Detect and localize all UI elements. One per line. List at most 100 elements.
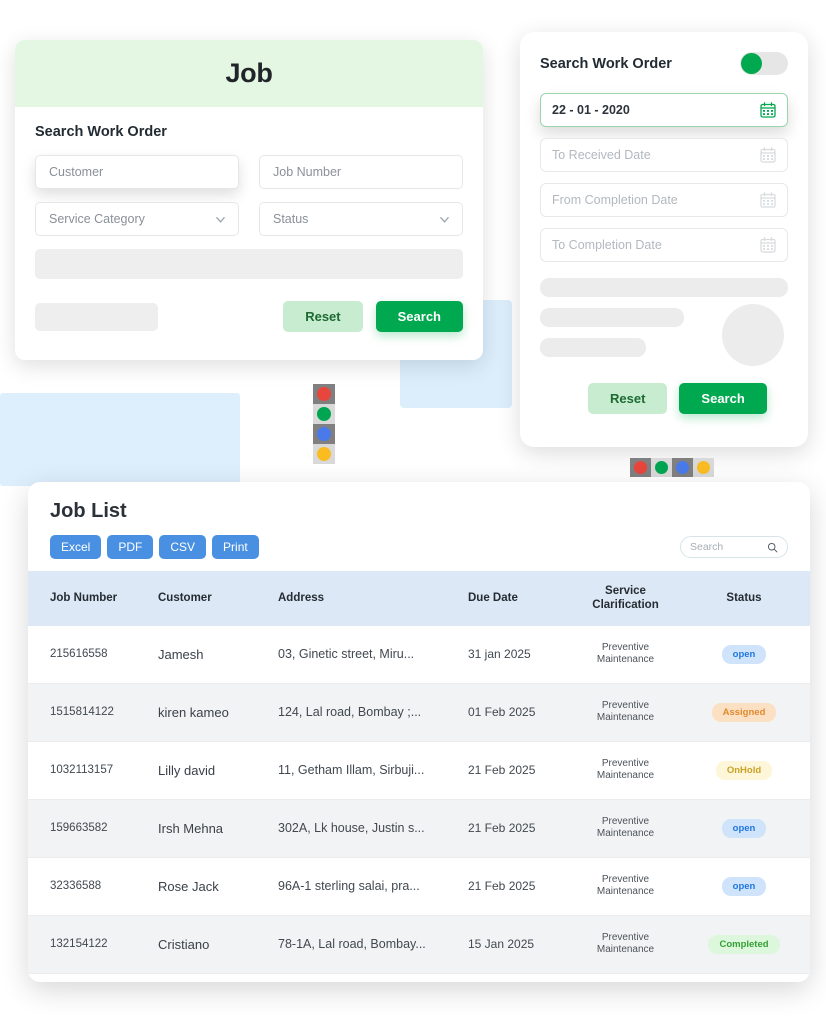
job-field-row-1: Customer Job Number [35,155,463,189]
to-completion-date-placeholder: To Completion Date [552,238,662,252]
job-list-footer: Showing 1 to 10 of 280 entries ‹ 3 4 5 6… [28,974,810,982]
export-pdf-button[interactable]: PDF [107,535,154,559]
swatch-dot-blue [317,427,331,441]
status-select[interactable]: Status [259,202,463,236]
cell-status: open [678,799,810,858]
column-header-address[interactable]: Address [278,571,468,626]
job-field-row-2: Service Category Status [35,202,463,236]
column-header-job-number[interactable]: Job Number [28,571,158,626]
cell-service-clarification: Preventive Maintenance [573,625,678,684]
cell-service-clarification: Preventive Maintenance [573,915,678,974]
cell-due-date: 15 Jan 2025 [468,915,573,974]
decorative-blue-rect-left [0,393,240,486]
table-row[interactable]: 132154122 Cristiano 78-1A, Lal road, Bom… [28,915,810,974]
cell-status: OnHold [678,741,810,800]
swatch-cell [651,458,672,477]
column-header-service-clarification[interactable]: Service Clarification [573,571,678,626]
column-header-customer[interactable]: Customer [158,571,278,626]
print-button[interactable]: Print [212,535,259,559]
skeleton-circle [722,304,784,366]
reset-button[interactable]: Reset [588,383,668,414]
cell-customer: Irsh Mehna [158,799,278,858]
customer-input-placeholder: Customer [49,165,104,179]
calendar-icon[interactable] [760,192,776,208]
service-category-select[interactable]: Service Category [35,202,239,236]
cell-job-number: 32336588 [28,857,158,916]
color-swatch-horizontal [630,458,714,477]
status-badge: open [721,644,767,664]
status-badge: open [721,876,767,896]
cell-address: 124, Lal road, Bombay ;... [278,683,468,742]
cell-due-date: 21 Feb 2025 [468,741,573,800]
from-completion-date-input[interactable]: From Completion Date [540,183,788,217]
cell-address: 302A, Lk house, Justin s... [278,799,468,858]
job-number-input[interactable]: Job Number [259,155,463,189]
work-order-skeletons [540,278,788,366]
calendar-icon[interactable] [760,147,776,163]
export-csv-button[interactable]: CSV [159,535,207,559]
job-number-input-placeholder: Job Number [273,165,342,179]
cell-status: Assigned [678,683,810,742]
table-row[interactable]: 159663582 Irsh Mehna 302A, Lk house, Jus… [28,799,810,858]
table-header-row: Job Number Customer Address Due Date Ser… [28,571,810,626]
job-card-header: Job [15,40,483,107]
calendar-icon[interactable] [760,237,776,253]
job-card-body: Search Work Order Customer Job Number Se… [15,107,483,279]
job-list-header: Job List Excel PDF CSV Print Search [28,482,810,559]
work-order-title: Search Work Order [540,55,672,72]
cell-customer: Lilly david [158,741,278,800]
cell-address: 11, Getham Illam, Sirbuji... [278,741,468,800]
table-row[interactable]: 1032113157 Lilly david 11, Getham Illam,… [28,741,810,800]
table-row[interactable]: 32336588 Rose Jack 96A-1 sterling salai,… [28,857,810,916]
job-section-title: Search Work Order [35,124,167,140]
swatch-cell [693,458,714,477]
toggle-knob [741,53,762,74]
customer-input[interactable]: Customer [35,155,239,189]
search-button[interactable]: Search [679,383,767,414]
column-header-due-date[interactable]: Due Date [468,571,573,626]
swatch-cell [313,404,335,424]
swatch-cell [630,458,651,477]
table-search-input[interactable]: Search [680,536,788,558]
page-title: Job [225,58,273,88]
swatch-cell [672,458,693,477]
to-received-date-input[interactable]: To Received Date [540,138,788,172]
to-received-date-placeholder: To Received Date [552,148,651,162]
table-row[interactable]: 1515814122 kiren kameo 124, Lal road, Bo… [28,683,810,742]
cell-job-number: 1032113157 [28,741,158,800]
chevron-down-icon [216,216,225,223]
to-completion-date-input[interactable]: To Completion Date [540,228,788,262]
cell-job-number: 159663582 [28,799,158,858]
column-header-status[interactable]: Status [678,571,810,626]
service-category-label: Service Category [49,212,145,226]
export-excel-button[interactable]: Excel [50,535,102,559]
cell-due-date: 21 Feb 2025 [468,857,573,916]
status-select-label: Status [273,212,309,226]
from-received-date-input[interactable]: 22 - 01 - 2020 [540,93,788,127]
search-button[interactable]: Search [375,301,463,332]
reset-button[interactable]: Reset [283,301,363,332]
from-completion-date-placeholder: From Completion Date [552,193,678,207]
cell-due-date: 21 Feb 2025 [468,799,573,858]
job-list-toolbar: Excel PDF CSV Print Search [50,535,788,559]
swatch-dot-red [634,461,647,474]
chevron-down-icon [440,216,449,223]
swatch-dot-blue [676,461,689,474]
cell-customer: Jamesh [158,625,278,684]
calendar-icon[interactable] [760,102,776,118]
color-swatch-vertical [313,384,335,464]
from-received-date-value: 22 - 01 - 2020 [552,103,630,117]
cell-status: open [678,857,810,916]
cell-address: 78-1A, Lal road, Bombay... [278,915,468,974]
job-card-footer: Reset Search [15,279,483,332]
status-badge: open [721,818,767,838]
table-row[interactable]: 215616558 Jamesh 03, Ginetic street, Mir… [28,625,810,684]
export-button-group: Excel PDF CSV Print [50,535,259,559]
swatch-dot-green [655,461,668,474]
cell-due-date: 01 Feb 2025 [468,683,573,742]
work-order-footer: Reset Search [540,383,788,414]
cell-status: open [678,625,810,684]
cell-job-number: 132154122 [28,915,158,974]
work-order-toggle[interactable] [740,52,788,75]
cell-customer: Cristiano [158,915,278,974]
